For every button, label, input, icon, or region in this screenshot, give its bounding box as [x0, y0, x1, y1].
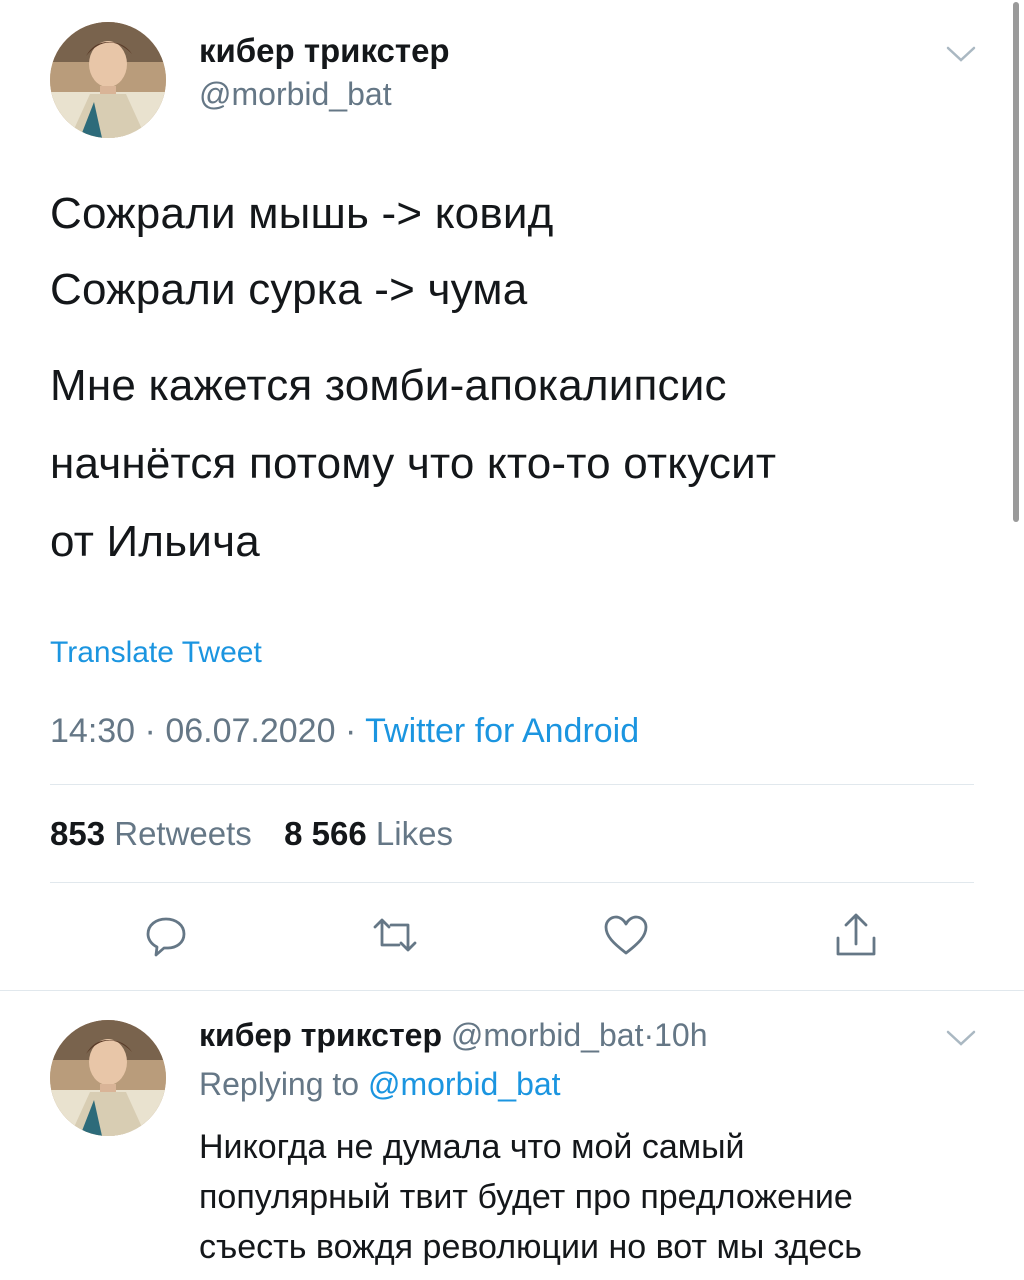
retweet-icon[interactable]: [367, 907, 423, 963]
tweet-date: 06.07.2020: [165, 712, 336, 750]
share-icon[interactable]: [828, 907, 884, 963]
tweet-source-link[interactable]: Twitter for Android: [365, 712, 639, 750]
meta-separator: ·: [144, 712, 156, 750]
likes-count: 8 566: [284, 815, 367, 852]
replying-to: Replying to @morbid_bat: [199, 1066, 561, 1103]
scrollbar-thumb[interactable]: [1013, 2, 1019, 522]
author-avatar[interactable]: [50, 22, 166, 138]
like-icon[interactable]: [598, 907, 654, 963]
tweet-text-line-3: Мне кажется зомби-апокалипсис: [50, 361, 727, 410]
reply-text-line-3: съесть вождя революции но вот мы здесь: [199, 1228, 862, 1266]
meta-separator: ·: [344, 712, 357, 750]
retweets-label: Retweets: [114, 815, 252, 852]
replying-prefix: Replying to: [199, 1066, 360, 1102]
translate-tweet-link[interactable]: Translate Tweet: [50, 636, 262, 670]
tweet-text-line-5: от Ильича: [50, 517, 260, 566]
divider: [50, 882, 974, 883]
tweet-menu-chevron-icon[interactable]: [946, 44, 976, 69]
reply-time[interactable]: 10h: [654, 1017, 707, 1053]
reply-text-line-2: популярный твит будет про предложение: [199, 1178, 853, 1216]
section-divider: [0, 990, 1024, 991]
reply-author-avatar[interactable]: [50, 1020, 166, 1136]
likes-stat[interactable]: 8 566 Likes: [284, 815, 453, 852]
retweets-stat[interactable]: 853 Retweets: [50, 815, 261, 852]
tweet-text-line-1: Сожрали мышь -> ковид: [50, 189, 554, 238]
reply-author-handle[interactable]: @morbid_bat: [451, 1017, 644, 1053]
avatar-portrait-icon: [50, 22, 166, 138]
avatar-portrait-icon: [50, 1020, 166, 1136]
replying-handle-link[interactable]: @morbid_bat: [368, 1066, 561, 1102]
tweet-meta: 14:30 · 06.07.2020 · Twitter for Android: [50, 712, 639, 751]
tweet-time: 14:30: [50, 712, 136, 750]
reply-header: кибер трикстер @morbid_bat·10h: [199, 1017, 708, 1054]
reply-icon[interactable]: [138, 907, 194, 963]
engagement-stats: 853 Retweets 8 566 Likes: [50, 815, 453, 853]
reply-text-line-1: Никогда не думала что мой самый: [199, 1128, 745, 1166]
reply-menu-chevron-icon[interactable]: [946, 1028, 976, 1053]
likes-label: Likes: [375, 815, 453, 852]
tweet-text-line-2: Сожрали сурка -> чума: [50, 265, 528, 314]
author-name[interactable]: кибер трикстер: [199, 32, 450, 70]
reply-author-name[interactable]: кибер трикстер: [199, 1017, 442, 1053]
tweet-text-line-4: начнётся потому что кто-то откусит: [50, 439, 777, 488]
divider: [50, 784, 974, 785]
author-handle[interactable]: @morbid_bat: [199, 76, 392, 113]
retweets-count: 853: [50, 815, 106, 852]
reply-separator: ·: [643, 1017, 655, 1053]
